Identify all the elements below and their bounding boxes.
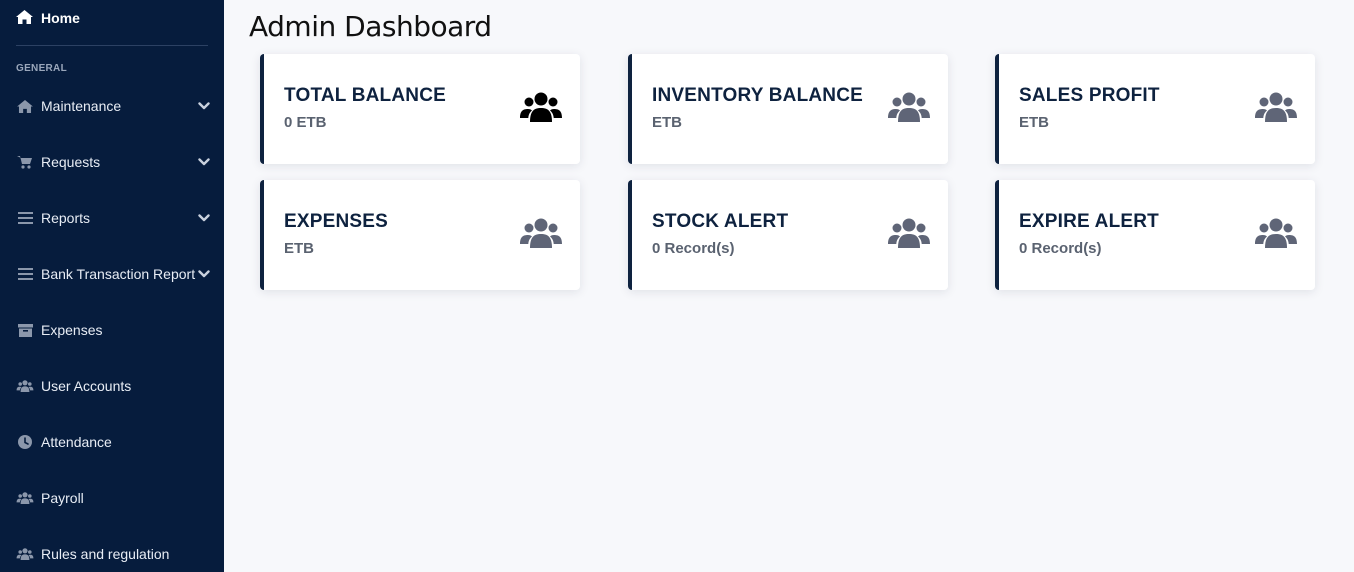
users-icon — [520, 92, 562, 122]
users-icon — [16, 490, 34, 506]
card-expenses[interactable]: EXPENSES ETB — [260, 180, 580, 290]
card-sales-profit[interactable]: SALES PROFIT ETB — [995, 54, 1315, 164]
card-value: 0 ETB — [284, 114, 327, 131]
users-icon — [1255, 218, 1297, 248]
sidebar-item-label: Attendance — [41, 434, 112, 450]
main-content: Admin Dashboard TOTAL BALANCE 0 ETB INVE… — [224, 0, 1354, 572]
sidebar-item-label: Reports — [41, 210, 91, 226]
card-value: ETB — [652, 114, 682, 131]
archive-icon — [16, 322, 34, 338]
card-value: 0 Record(s) — [1019, 240, 1102, 257]
sidebar-item-label: Rules and regulation — [41, 546, 170, 562]
sidebar-item-home[interactable]: Home — [16, 8, 80, 28]
card-title: STOCK ALERT — [652, 211, 789, 232]
sidebar-divider — [16, 45, 208, 46]
clock-icon — [16, 434, 34, 450]
users-icon — [16, 378, 34, 394]
sidebar-item-requests[interactable]: Requests — [16, 150, 210, 174]
sidebar-item-maintenance[interactable]: Maintenance — [16, 94, 210, 118]
sidebar-item-payroll[interactable]: Payroll — [16, 486, 210, 510]
card-total-balance[interactable]: TOTAL BALANCE 0 ETB — [260, 54, 580, 164]
chevron-down-icon[interactable] — [198, 100, 210, 112]
sidebar-item-label: Payroll — [41, 490, 84, 506]
card-value: ETB — [1019, 114, 1049, 131]
sidebar-item-label: User Accounts — [41, 378, 132, 394]
card-title: EXPIRE ALERT — [1019, 211, 1159, 232]
users-icon — [888, 92, 930, 122]
card-title: EXPENSES — [284, 211, 389, 232]
sidebar-item-attendance[interactable]: Attendance — [16, 430, 210, 454]
card-expire-alert[interactable]: EXPIRE ALERT 0 Record(s) — [995, 180, 1315, 290]
sidebar: Home GENERAL Maintenance Requests Report… — [0, 0, 224, 572]
list-icon — [16, 266, 34, 282]
sidebar-section-heading: GENERAL — [16, 63, 67, 74]
sidebar-item-reports[interactable]: Reports — [16, 206, 210, 230]
card-title: INVENTORY BALANCE — [652, 85, 864, 106]
sidebar-item-bank-transaction-report[interactable]: Bank Transaction Report — [16, 262, 210, 286]
cart-icon — [16, 154, 34, 170]
list-icon — [16, 210, 34, 226]
sidebar-item-expenses[interactable]: Expenses — [16, 318, 210, 342]
sidebar-item-label: Home — [41, 10, 80, 26]
card-stock-alert[interactable]: STOCK ALERT 0 Record(s) — [628, 180, 948, 290]
sidebar-item-rules-and-regulation[interactable]: Rules and regulation — [16, 542, 210, 566]
card-title: TOTAL BALANCE — [284, 85, 446, 106]
users-icon — [888, 218, 930, 248]
users-icon — [520, 218, 562, 248]
home-icon — [16, 9, 33, 27]
page-title: Admin Dashboard — [249, 10, 492, 43]
chevron-down-icon[interactable] — [198, 212, 210, 224]
sidebar-item-label: Expenses — [41, 322, 103, 338]
card-value: 0 Record(s) — [652, 240, 735, 257]
card-title: SALES PROFIT — [1019, 85, 1160, 106]
users-icon — [1255, 92, 1297, 122]
home-icon — [16, 98, 34, 114]
sidebar-item-user-accounts[interactable]: User Accounts — [16, 374, 210, 398]
sidebar-item-label: Bank Transaction Report — [41, 266, 196, 282]
card-inventory-balance[interactable]: INVENTORY BALANCE ETB — [628, 54, 948, 164]
sidebar-item-label: Requests — [41, 154, 101, 170]
sidebar-item-label: Maintenance — [41, 98, 122, 114]
chevron-down-icon[interactable] — [198, 268, 210, 280]
card-value: ETB — [284, 240, 314, 257]
users-icon — [16, 546, 34, 562]
chevron-down-icon[interactable] — [198, 156, 210, 168]
